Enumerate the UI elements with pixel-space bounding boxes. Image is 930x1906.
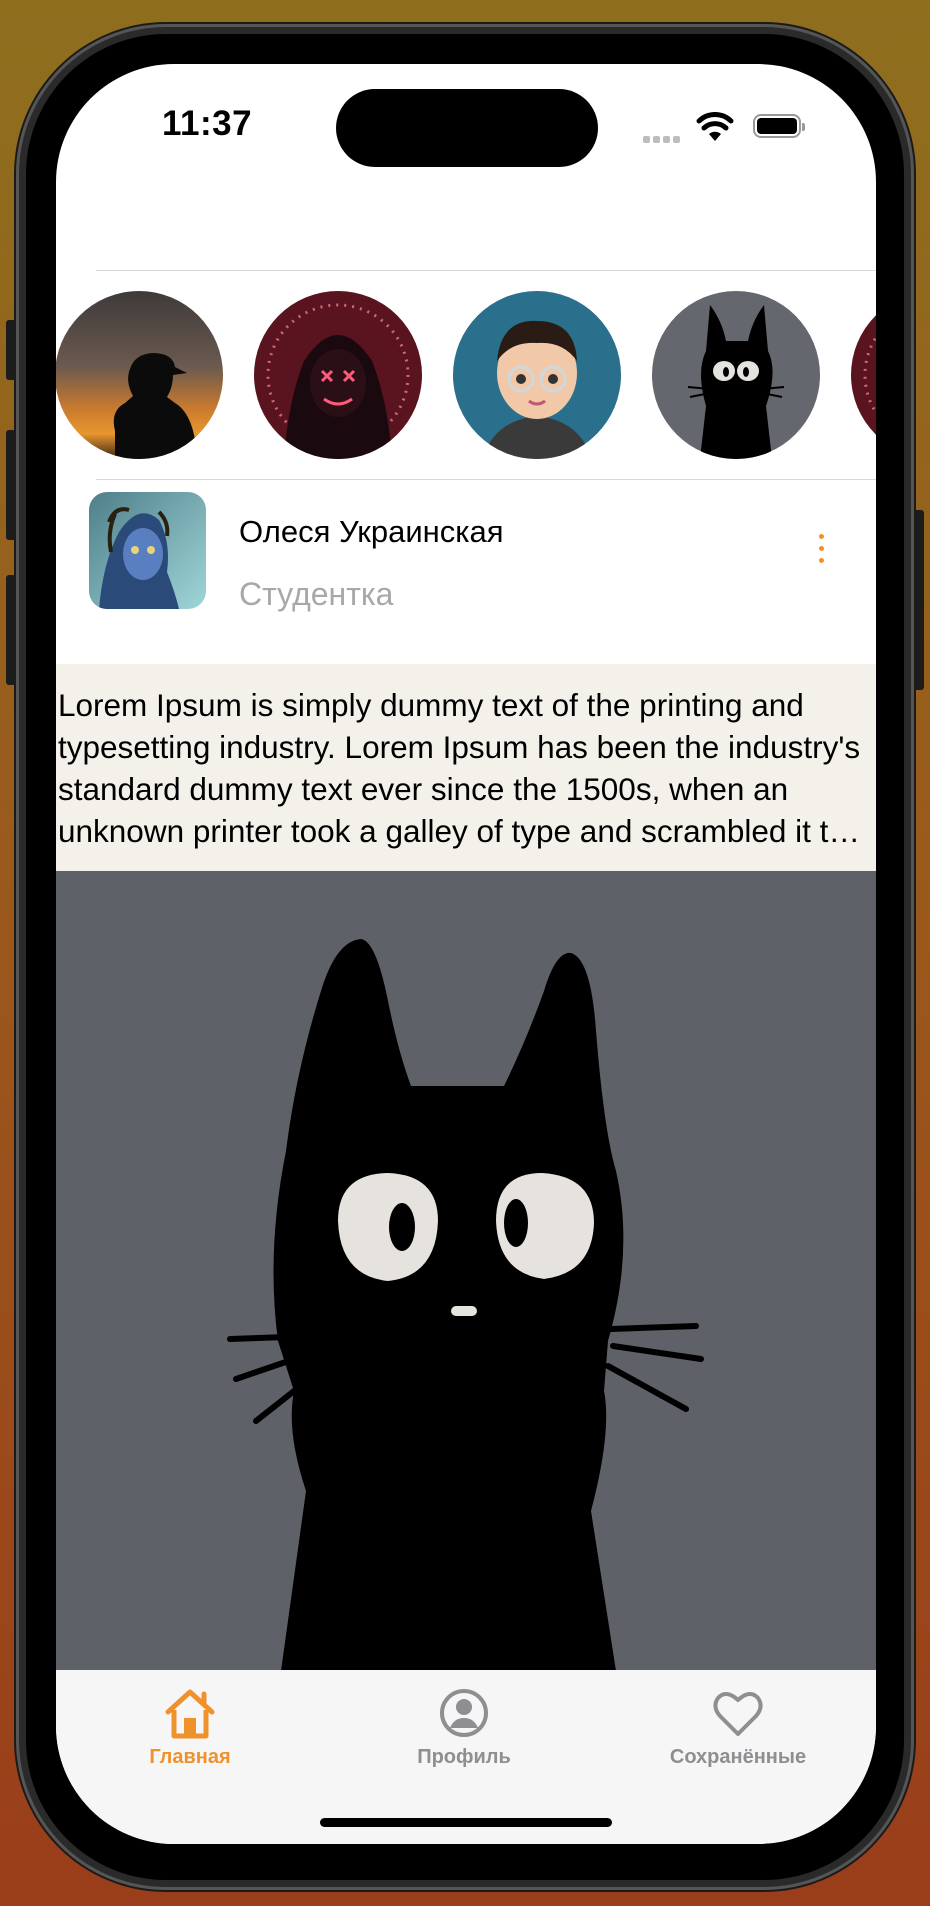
tab-home[interactable]: Главная <box>90 1670 290 1770</box>
tab-saved-label: Сохранённые <box>669 1746 807 1768</box>
power-button <box>914 510 924 690</box>
story-silhouette-image <box>56 291 223 459</box>
post-image[interactable] <box>56 871 876 1671</box>
story-black-cat-image <box>652 291 820 459</box>
post-text: Lorem Ipsum is simply dummy text of the … <box>58 687 861 849</box>
app-screen: 11:37 Олеся Украинская Студентка Lorem I… <box>56 64 876 1844</box>
cellular-signal-icon <box>643 130 683 148</box>
author-avatar[interactable] <box>89 492 206 609</box>
more-options-icon[interactable] <box>816 534 826 570</box>
home-indicator[interactable] <box>320 1818 612 1827</box>
story-neon-mask-image <box>254 291 422 459</box>
author-name[interactable]: Олеся Украинская <box>239 514 504 550</box>
black-cat-illustration <box>56 871 876 1671</box>
story-neon-mask[interactable] <box>254 291 422 459</box>
tab-saved[interactable]: Сохранённые <box>638 1670 838 1770</box>
status-time: 11:37 <box>162 104 253 143</box>
status-bar: 11:37 <box>56 64 876 214</box>
story-black-cat[interactable] <box>652 291 820 459</box>
heart-icon <box>713 1692 763 1736</box>
person-circle-icon <box>440 1689 488 1737</box>
story-neon-mask-2-image <box>851 291 876 459</box>
stories-carousel[interactable] <box>56 291 876 459</box>
volume-up-button <box>6 430 16 540</box>
battery-icon <box>753 114 805 138</box>
author-role: Студентка <box>239 576 394 612</box>
tab-profile[interactable]: Профиль <box>364 1670 564 1770</box>
post-header: Олеся Украинская Студентка <box>56 459 876 642</box>
story-cartoon-guy-image <box>453 291 621 459</box>
home-icon <box>165 1689 215 1739</box>
post-text-block: Lorem Ipsum is simply dummy text of the … <box>56 664 876 871</box>
top-divider <box>96 270 876 271</box>
author-avatar-image <box>89 492 206 609</box>
tab-profile-label: Профиль <box>417 1746 511 1768</box>
story-neon-mask-2[interactable] <box>851 291 876 459</box>
story-cartoon-guy[interactable] <box>453 291 621 459</box>
dynamic-island <box>336 89 598 167</box>
mute-switch <box>6 320 16 380</box>
tab-home-label: Главная <box>149 1746 231 1768</box>
wifi-icon <box>696 112 734 141</box>
story-silhouette[interactable] <box>56 291 223 459</box>
volume-down-button <box>6 575 16 685</box>
